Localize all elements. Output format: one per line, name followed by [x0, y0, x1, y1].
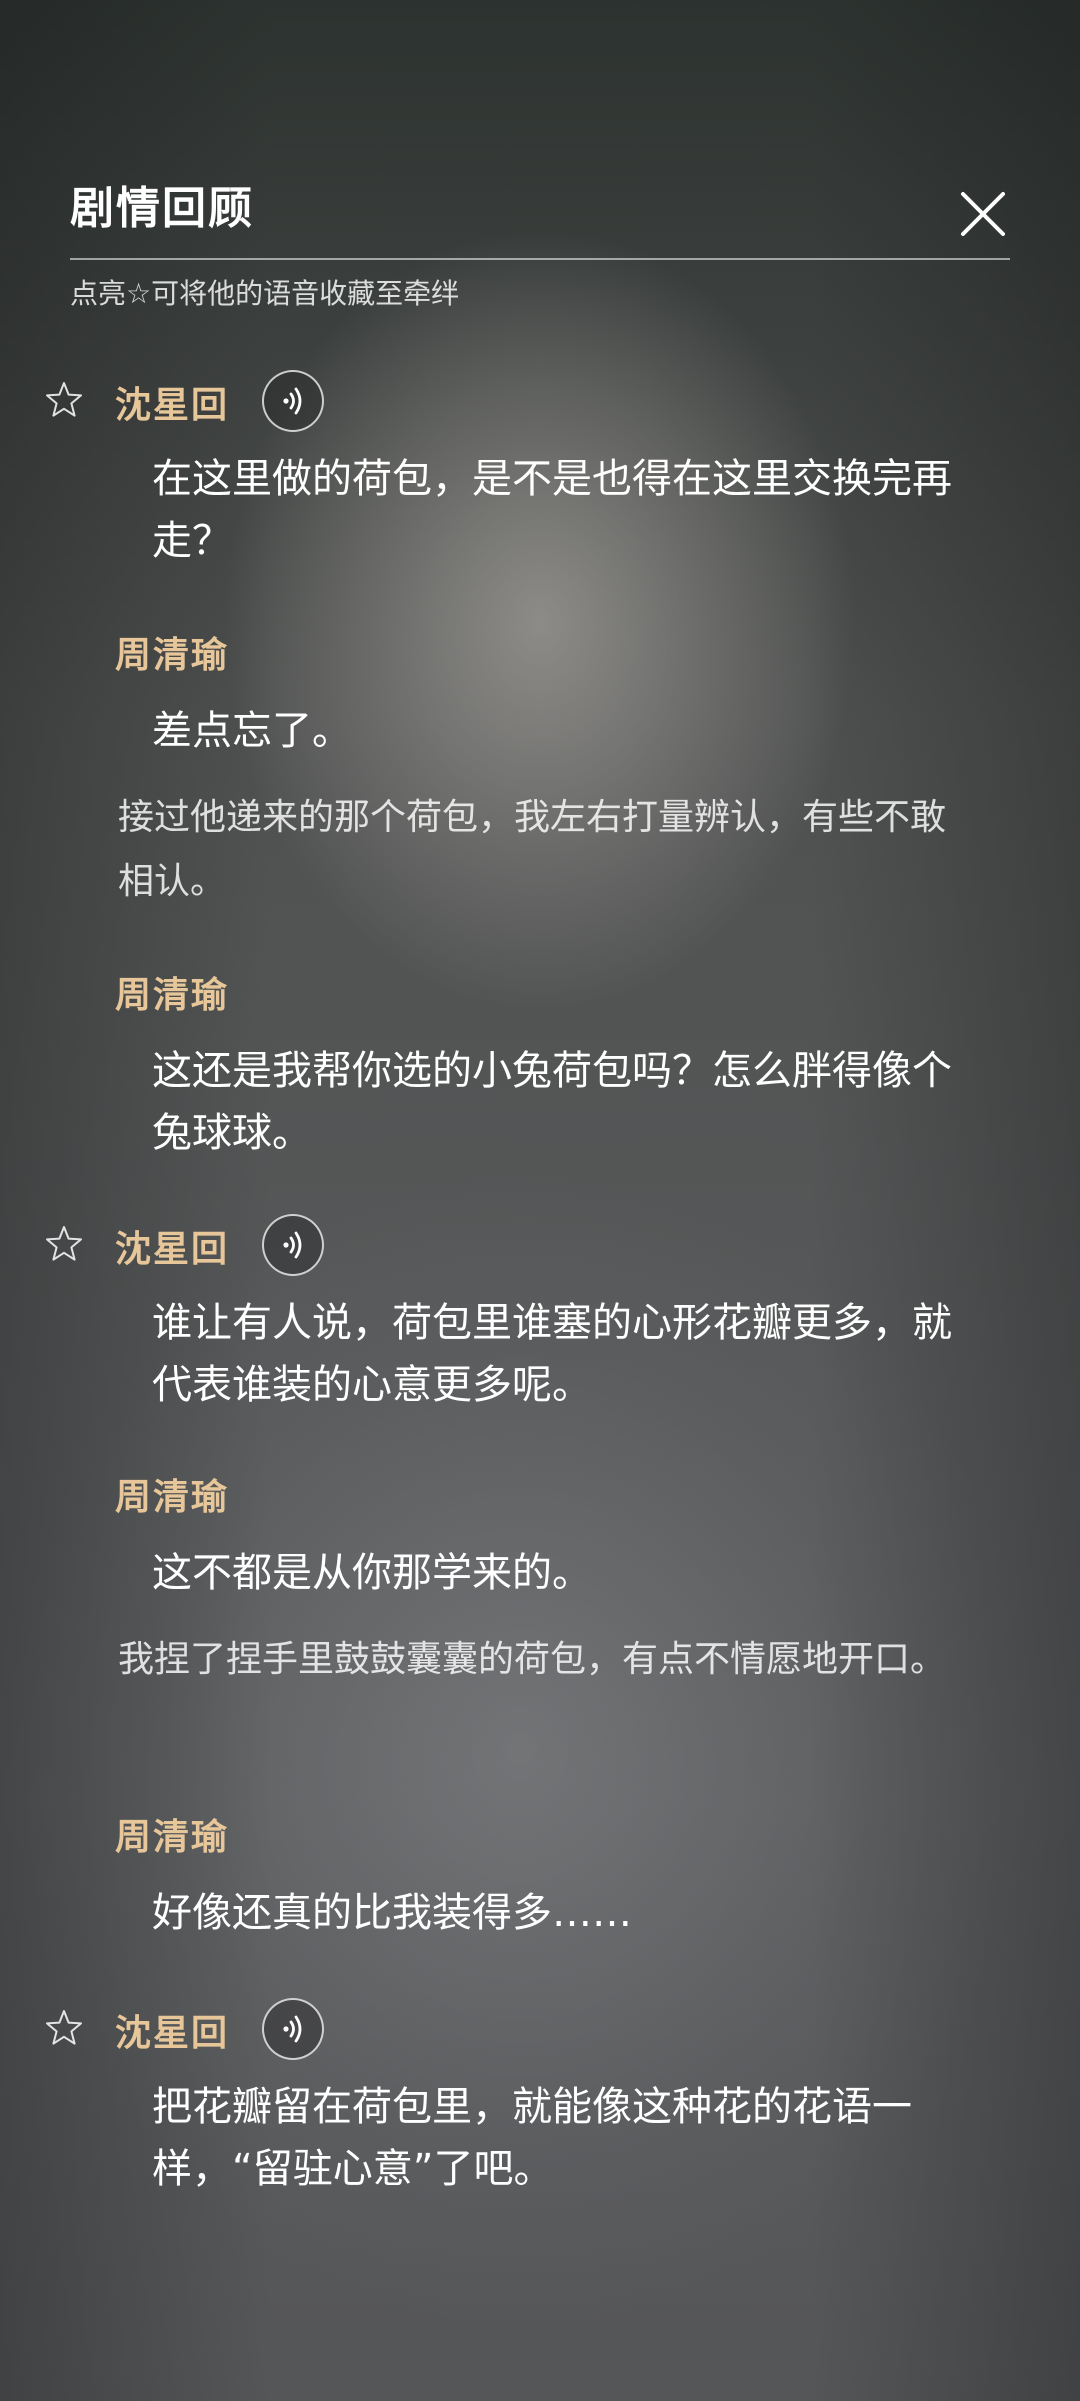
sound-wave-icon [283, 2015, 302, 2043]
speaker-name: 周清瑜 [115, 974, 230, 1016]
header-divider [70, 258, 1010, 260]
favorite-star-button[interactable] [44, 1224, 84, 1264]
narration-text: 我捏了捏手里鼓鼓囊囊的荷包，有点不情愿地开口。 [118, 1639, 947, 1680]
favorite-star-button[interactable] [44, 380, 84, 420]
dialog-line: 这还是我帮你选的小兔荷包吗？怎么胖得像个兔球球。 [152, 1048, 952, 1156]
voice-play-button[interactable] [262, 1214, 324, 1276]
speaker-name: 沈星回 [115, 384, 230, 426]
dialog-line: 谁让有人说，荷包里谁塞的心形花瓣更多，就代表谁装的心意更多呢。 [152, 1300, 952, 1408]
dialog-line: 在这里做的荷包，是不是也得在这里交换完再走？ [152, 456, 952, 564]
page-title: 剧情回顾 [70, 183, 254, 234]
dialog-line: 把花瓣留在荷包里，就能像这种花的花语一样，“留驻心意”了吧。 [152, 2084, 912, 2192]
dialog-line: 这不都是从你那学来的。 [152, 1550, 592, 1596]
speaker-name: 沈星回 [115, 1228, 230, 1270]
voice-play-button[interactable] [262, 370, 324, 432]
star-outline-icon [46, 382, 82, 417]
sound-wave-icon [283, 387, 302, 415]
favorite-star-button[interactable] [44, 2008, 84, 2048]
voice-play-button[interactable] [262, 1998, 324, 2060]
speaker-name: 周清瑜 [115, 1476, 230, 1518]
dialog-line: 好像还真的比我装得多…… [152, 1890, 632, 1936]
speaker-name: 沈星回 [115, 2012, 230, 2054]
star-outline-icon [46, 2010, 82, 2045]
narration-text: 接过他递来的那个荷包，我左右打量辨认，有些不敢相认。 [118, 797, 947, 902]
close-icon [961, 192, 1005, 236]
speaker-name: 周清瑜 [115, 634, 230, 676]
favorite-hint: 点亮☆可将他的语音收藏至牵绊 [70, 277, 460, 310]
close-button[interactable] [955, 186, 1011, 242]
speaker-name: 周清瑜 [115, 1816, 230, 1858]
star-outline-icon [46, 1226, 82, 1261]
sound-wave-icon [283, 1231, 302, 1259]
dialog-line: 差点忘了。 [152, 708, 352, 754]
